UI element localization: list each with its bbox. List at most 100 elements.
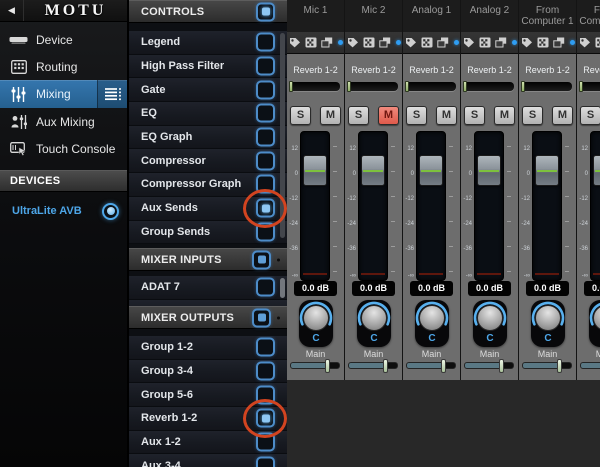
- mute-button[interactable]: M: [436, 106, 457, 125]
- control-list-item[interactable]: Aux 1-2: [129, 430, 287, 455]
- control-item-checkbox[interactable]: [256, 127, 275, 147]
- fader-handle[interactable]: [593, 155, 600, 186]
- channel-tag-icon[interactable]: [463, 37, 475, 48]
- control-list-item[interactable]: High Pass Filter: [129, 54, 287, 79]
- main-send-slider[interactable]: [580, 362, 600, 369]
- fader-handle[interactable]: [303, 155, 327, 186]
- device-selected-radio[interactable]: [102, 202, 119, 220]
- control-list-item[interactable]: Compressor: [129, 149, 287, 174]
- back-button[interactable]: ◀: [0, 0, 24, 21]
- aux-send-handle[interactable]: [579, 81, 583, 92]
- aux-send-handle[interactable]: [347, 81, 351, 92]
- main-send-handle[interactable]: [556, 359, 562, 373]
- main-send-slider[interactable]: [406, 359, 456, 373]
- control-list-item[interactable]: Aux Sends: [129, 196, 287, 221]
- fader-handle[interactable]: [477, 155, 501, 186]
- aux-send-slider[interactable]: [521, 81, 572, 92]
- sidebar-item-aux-mixing[interactable]: Aux Mixing: [0, 108, 127, 135]
- fader-track[interactable]: [300, 131, 330, 281]
- fader-track[interactable]: [416, 131, 446, 281]
- control-list-item[interactable]: Gate: [129, 78, 287, 103]
- channel-tag-icon[interactable]: [579, 37, 591, 48]
- control-item-checkbox[interactable]: [256, 361, 275, 381]
- solo-button[interactable]: S: [290, 106, 311, 125]
- channel-copy-icon[interactable]: [436, 37, 449, 48]
- mute-button[interactable]: M: [552, 106, 573, 125]
- main-send-handle[interactable]: [440, 359, 446, 373]
- channel-routing-grid-icon[interactable]: [595, 37, 600, 48]
- channel-routing-grid-icon[interactable]: [421, 37, 433, 48]
- control-item-checkbox[interactable]: [256, 32, 275, 52]
- main-send-slider[interactable]: [464, 359, 514, 373]
- fader-handle[interactable]: [535, 155, 559, 186]
- control-item-checkbox[interactable]: [256, 222, 275, 242]
- channel-copy-icon[interactable]: [494, 37, 507, 48]
- control-item-checkbox[interactable]: [256, 80, 275, 100]
- aux-send-slider[interactable]: [289, 81, 340, 92]
- control-item-checkbox[interactable]: [256, 277, 275, 297]
- control-item-checkbox[interactable]: [256, 408, 275, 428]
- main-send-handle[interactable]: [324, 359, 330, 373]
- main-send-slider[interactable]: [522, 359, 572, 373]
- main-send-slider[interactable]: [290, 359, 340, 373]
- channel-routing-grid-icon[interactable]: [305, 37, 317, 48]
- mixing-view-options-button[interactable]: [97, 80, 127, 108]
- control-list-item[interactable]: Group 5-6: [129, 383, 287, 408]
- control-list-item[interactable]: EQ Graph: [129, 125, 287, 150]
- control-item-checkbox[interactable]: [256, 198, 275, 218]
- channel-tag-icon[interactable]: [347, 37, 359, 48]
- fader-track[interactable]: [474, 131, 504, 281]
- channel-routing-grid-icon[interactable]: [363, 37, 375, 48]
- aux-send-handle[interactable]: [521, 81, 525, 92]
- aux-send-slider[interactable]: [463, 81, 514, 92]
- solo-button[interactable]: S: [348, 106, 369, 125]
- fader-track[interactable]: [358, 131, 388, 281]
- aux-send-slider[interactable]: [347, 81, 398, 92]
- fader-handle[interactable]: [361, 155, 385, 186]
- controls-scrollbar-thumb[interactable]: [280, 33, 285, 238]
- aux-send-handle[interactable]: [463, 81, 467, 92]
- fader-track[interactable]: [532, 131, 562, 281]
- control-item-checkbox[interactable]: [256, 432, 275, 452]
- control-item-checkbox[interactable]: [256, 456, 275, 467]
- aux-send-slider[interactable]: [405, 81, 456, 92]
- main-send-handle[interactable]: [382, 359, 388, 373]
- inputs-scrollbar-thumb[interactable]: [280, 278, 285, 298]
- mute-button[interactable]: M: [320, 106, 341, 125]
- control-item-checkbox[interactable]: [256, 174, 275, 194]
- aux-send-handle[interactable]: [405, 81, 409, 92]
- channel-routing-grid-icon[interactable]: [537, 37, 549, 48]
- main-send-slider[interactable]: [348, 359, 398, 373]
- control-list-item[interactable]: Reverb 1-2: [129, 407, 287, 431]
- sidebar-item-touch-console[interactable]: Touch Console: [0, 135, 127, 162]
- control-item-checkbox[interactable]: [256, 385, 275, 405]
- aux-send-handle[interactable]: [289, 81, 293, 92]
- channel-copy-icon[interactable]: [552, 37, 565, 48]
- sidebar-item-routing[interactable]: Routing: [0, 53, 127, 80]
- main-send-handle[interactable]: [498, 359, 504, 373]
- solo-button[interactable]: S: [464, 106, 485, 125]
- fader-track[interactable]: [590, 131, 600, 281]
- solo-button[interactable]: S: [406, 106, 427, 125]
- fader-handle[interactable]: [419, 155, 443, 186]
- controls-master-checkbox[interactable]: [256, 2, 275, 21]
- control-item-checkbox[interactable]: [256, 337, 275, 357]
- sidebar-item-device[interactable]: Device: [0, 26, 127, 53]
- control-item-checkbox[interactable]: [256, 151, 275, 171]
- solo-button[interactable]: S: [522, 106, 543, 125]
- control-list-item[interactable]: Aux 3-4: [129, 454, 287, 467]
- control-list-item[interactable]: Legend: [129, 31, 287, 55]
- control-list-item[interactable]: ADAT 7: [129, 276, 287, 300]
- channel-tag-icon[interactable]: [521, 37, 533, 48]
- control-list-item[interactable]: Compressor Graph: [129, 173, 287, 197]
- mute-button[interactable]: M: [378, 106, 399, 125]
- device-row-ultralite-avb[interactable]: UltraLite AVB: [0, 198, 127, 224]
- solo-button[interactable]: S: [580, 106, 600, 125]
- channel-tag-icon[interactable]: [405, 37, 417, 48]
- control-item-checkbox[interactable]: [256, 103, 275, 123]
- channel-routing-grid-icon[interactable]: [479, 37, 491, 48]
- channel-copy-icon[interactable]: [378, 37, 391, 48]
- control-list-item[interactable]: EQ: [129, 102, 287, 126]
- mixer-inputs-master-checkbox[interactable]: [252, 250, 271, 269]
- control-list-item[interactable]: Group 3-4: [129, 359, 287, 384]
